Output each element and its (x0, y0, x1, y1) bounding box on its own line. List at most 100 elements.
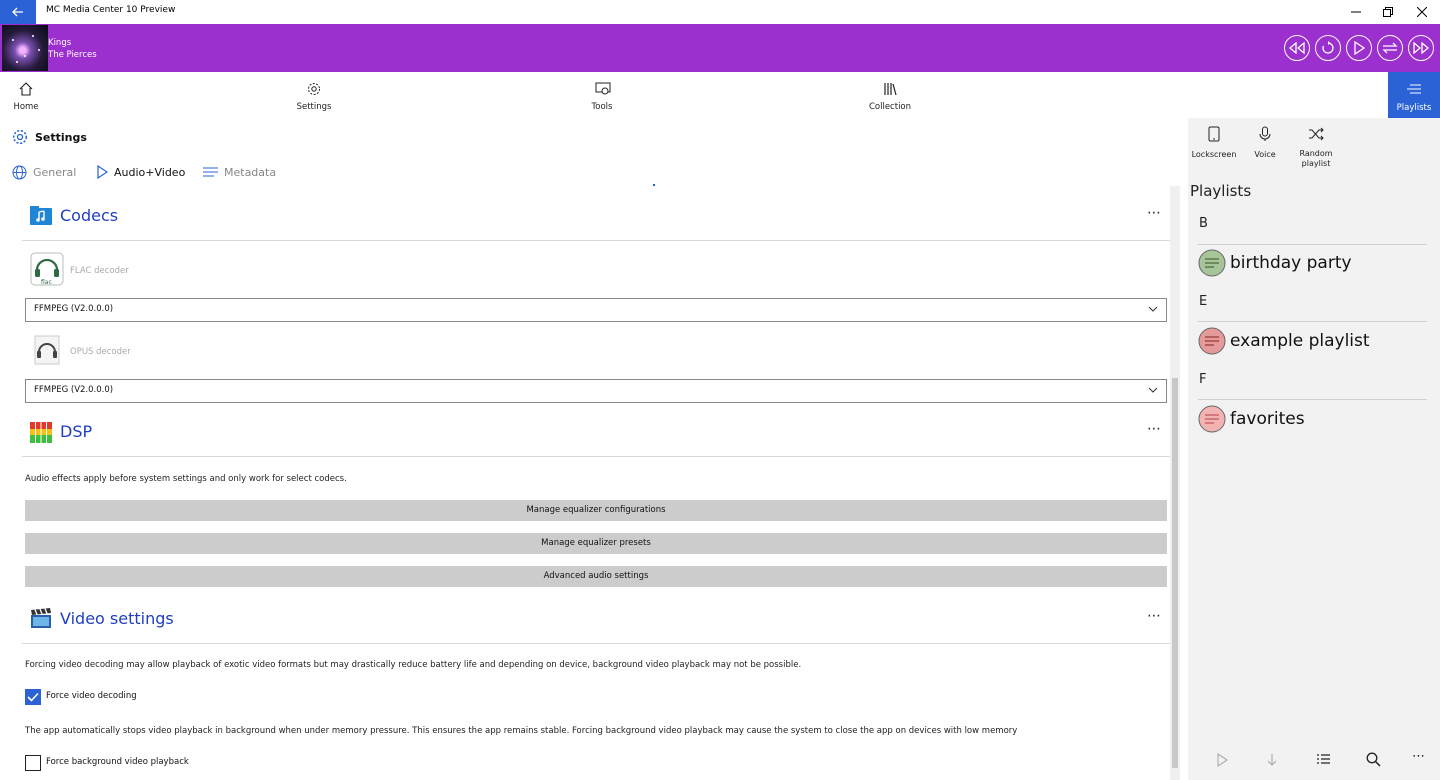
dsp-description: Audio effects apply before system settin… (25, 474, 347, 484)
clapperboard-icon (31, 608, 51, 628)
opus-decoder-select[interactable]: FFMPEG (V2.0.0.0) (25, 379, 1167, 403)
playlist-item-birthday-party[interactable]: birthday party (1198, 248, 1352, 278)
playlists-heading: Playlists (1190, 182, 1252, 200)
lockscreen-label: Lockscreen (1191, 150, 1237, 159)
tab-metadata-label: Metadata (224, 165, 277, 179)
codecs-divider (22, 240, 1170, 241)
restore-button[interactable] (1372, 0, 1404, 24)
gear-icon (308, 83, 320, 95)
download-icon (1267, 754, 1277, 766)
dsp-title: DSP (60, 422, 93, 441)
page-title: Settings (35, 130, 87, 144)
force-background-playback-checkbox[interactable] (25, 755, 41, 771)
now-playing-bar: Kings The Pierces (0, 24, 1440, 72)
microphone-icon (1259, 126, 1271, 141)
codecs-more-button[interactable]: ⋯ (1147, 205, 1162, 221)
restore-icon (1383, 7, 1393, 17)
chevron-down-icon (1148, 306, 1158, 312)
manage-equalizer-configurations-button[interactable]: Manage equalizer configurations (25, 500, 1167, 521)
minimize-icon (1351, 11, 1361, 13)
group-letter-f: F (1199, 372, 1207, 387)
random-playlist-button[interactable]: Random playlist (1290, 126, 1342, 169)
force-background-playback-label: Force background video playback (46, 757, 189, 767)
search-button[interactable] (1366, 752, 1381, 771)
voice-label: Voice (1254, 150, 1276, 159)
phone-icon (1208, 126, 1220, 142)
group-letter-e: E (1199, 294, 1208, 309)
playlist-name: birthday party (1230, 253, 1352, 273)
nav-tools[interactable]: Tools (562, 80, 642, 116)
music-folder-icon (30, 206, 52, 225)
next-icon (1413, 42, 1429, 54)
playlist-icon (1198, 327, 1226, 355)
video-divider (22, 643, 1170, 644)
library-icon (884, 83, 897, 96)
loop-icon (1382, 42, 1398, 54)
equalizer-icon (30, 421, 52, 443)
checkmark-icon (27, 692, 39, 702)
previous-button[interactable] (1284, 35, 1310, 61)
nav-settings[interactable]: Settings (274, 80, 354, 116)
nav-home-label: Home (13, 102, 39, 112)
advanced-audio-settings-button[interactable]: Advanced audio settings (25, 566, 1167, 587)
play-playlist-button[interactable] (1216, 752, 1228, 771)
content-scrollbar[interactable] (1170, 186, 1180, 780)
title-bar: MC Media Center 10 Preview (0, 0, 1440, 24)
scrollbar-thumb[interactable] (1172, 378, 1178, 768)
flac-decoder-select[interactable]: FFMPEG (V2.0.0.0) (25, 298, 1167, 322)
metadata-icon (203, 167, 218, 176)
loop-button[interactable] (1377, 35, 1403, 61)
group-letter-b: B (1199, 216, 1208, 231)
voice-button[interactable]: Voice (1239, 126, 1291, 160)
list-view-button[interactable] (1316, 752, 1330, 771)
group-divider (1198, 244, 1427, 245)
back-button[interactable] (0, 0, 36, 24)
globe-icon (12, 165, 27, 179)
video-decoding-description: Forcing video decoding may allow playbac… (25, 660, 802, 670)
flac-decoder-label: FLAC decoder (70, 266, 129, 276)
album-art[interactable] (2, 25, 48, 71)
shuffle-icon (1309, 127, 1324, 141)
flac-decoder-value: FFMPEG (V2.0.0.0) (34, 304, 114, 314)
play-button[interactable] (1346, 35, 1372, 61)
force-video-decoding-checkbox[interactable] (25, 689, 41, 705)
tab-audio-video[interactable]: Audio+Video (96, 164, 185, 180)
nav-playlists[interactable]: Playlists (1388, 72, 1440, 118)
flac-icon: flac (30, 252, 64, 286)
close-button[interactable] (1406, 0, 1438, 24)
tab-general[interactable]: General (12, 164, 76, 180)
repeat-button[interactable] (1315, 35, 1341, 61)
chevron-down-icon (1148, 387, 1158, 393)
play-icon (1354, 41, 1365, 55)
track-artist[interactable]: The Pierces (48, 50, 97, 60)
page-header: Settings (12, 129, 87, 145)
nav-collection[interactable]: Collection (850, 80, 930, 116)
video-more-button[interactable]: ⋯ (1147, 608, 1162, 624)
group-divider (1198, 399, 1427, 400)
group-divider (1198, 321, 1427, 322)
next-button[interactable] (1408, 35, 1434, 61)
track-title[interactable]: Kings (48, 38, 71, 48)
force-video-decoding-label: Force video decoding (46, 691, 137, 701)
tools-icon (595, 82, 611, 95)
playlist-item-example-playlist[interactable]: example playlist (1198, 326, 1370, 356)
more-options-button[interactable]: ⋯ (1412, 749, 1425, 764)
nav-playlists-label: Playlists (1396, 103, 1432, 113)
playlist-icon (1198, 249, 1226, 277)
manage-equalizer-presets-button[interactable]: Manage equalizer presets (25, 533, 1167, 554)
dsp-more-button[interactable]: ⋯ (1147, 421, 1162, 437)
nav-settings-label: Settings (296, 102, 332, 112)
minimize-button[interactable] (1340, 0, 1372, 24)
tab-metadata[interactable]: Metadata (203, 164, 276, 180)
lockscreen-button[interactable]: Lockscreen (1188, 126, 1240, 160)
svg-text:flac: flac (41, 279, 52, 286)
download-button[interactable] (1266, 752, 1278, 771)
search-icon (1366, 752, 1381, 767)
background-playback-description: The app automatically stops video playba… (25, 726, 1018, 736)
random-playlist-label: Random playlist (1299, 149, 1333, 168)
nav-collection-label: Collection (868, 102, 912, 112)
list-icon (1407, 84, 1421, 94)
nav-home[interactable]: Home (0, 80, 66, 116)
playlist-item-favorites[interactable]: favorites (1198, 404, 1305, 434)
playlist-icon (1198, 405, 1226, 433)
